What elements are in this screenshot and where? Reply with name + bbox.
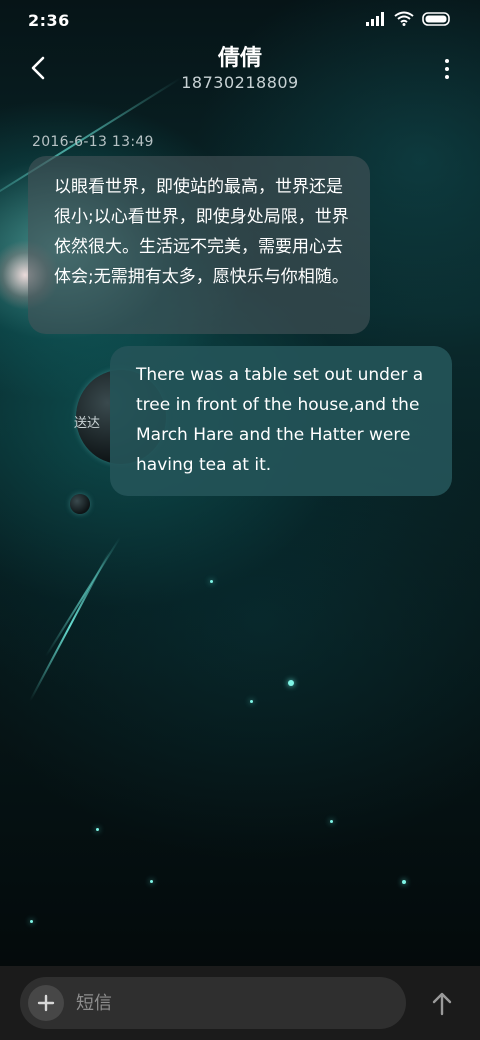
star (30, 920, 33, 923)
status-bar: 2:36 (0, 0, 480, 40)
star (150, 880, 153, 883)
plus-icon (37, 994, 55, 1012)
light-streak (45, 536, 122, 657)
composer-bar (0, 966, 480, 1040)
star (210, 580, 213, 583)
more-options-button[interactable] (440, 54, 454, 84)
incoming-message-bubble[interactable]: 以眼看世界，即使站的最高，世界还是很小;以心看世界，即使身处局限，世界依然很大。… (28, 156, 370, 334)
message-input-container (20, 977, 406, 1029)
contact-info[interactable]: 倩倩 18730218809 (0, 44, 480, 92)
send-button[interactable] (422, 989, 462, 1019)
more-vertical-icon (445, 59, 449, 63)
message-timestamp: 2016-6-13 13:49 (32, 134, 154, 150)
message-input[interactable] (76, 985, 386, 1021)
message-text: There was a table set out under a tree i… (136, 365, 424, 475)
star (96, 828, 99, 831)
wifi-icon (394, 11, 414, 30)
star (250, 700, 253, 703)
star (288, 680, 294, 686)
message-text: 以眼看世界，即使站的最高，世界还是很小;以心看世界，即使身处局限，世界依然很大。… (54, 177, 349, 287)
conversation-header: 倩倩 18730218809 (0, 40, 480, 100)
small-planet (70, 494, 90, 514)
contact-name: 倩倩 (217, 46, 262, 71)
arrow-up-icon (432, 992, 452, 1016)
battery-icon (422, 11, 452, 30)
contact-number: 18730218809 (181, 73, 299, 92)
status-icons (366, 11, 452, 30)
star (330, 820, 333, 823)
star (402, 880, 406, 884)
outgoing-message-bubble[interactable]: There was a table set out under a tree i… (110, 346, 452, 496)
add-attachment-button[interactable] (28, 985, 64, 1021)
signal-icon (366, 11, 386, 30)
delivery-status: 送达 (74, 416, 101, 431)
status-time: 2:36 (28, 10, 70, 30)
